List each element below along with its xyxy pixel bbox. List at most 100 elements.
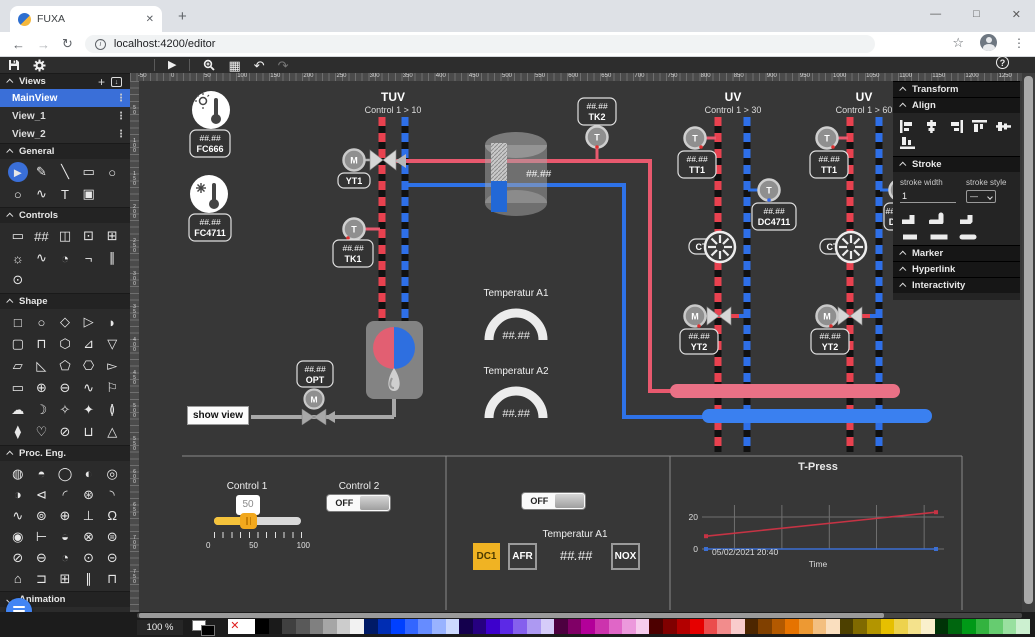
color-swatch[interactable] xyxy=(581,619,595,634)
bookmark-star-icon[interactable]: ☆ xyxy=(952,35,964,51)
semaphore-light-icon[interactable]: ☼ xyxy=(6,248,30,268)
proc-dryer-icon[interactable]: ⊝ xyxy=(100,548,124,567)
join-miter-button[interactable] xyxy=(900,212,920,224)
site-info-icon[interactable]: i xyxy=(95,39,106,50)
proc-mixer-icon[interactable]: ⊗ xyxy=(77,527,101,546)
color-swatch[interactable] xyxy=(595,619,609,634)
rectangle-icon[interactable]: ▭ xyxy=(77,162,101,182)
join-round-button[interactable] xyxy=(929,212,949,224)
toggle-knob[interactable] xyxy=(555,494,584,508)
thermometer-cold-icon[interactable] xyxy=(190,175,228,213)
color-swatch[interactable] xyxy=(473,619,487,634)
color-swatch[interactable] xyxy=(758,619,772,634)
shape-wave-icon[interactable]: ∿ xyxy=(77,378,101,398)
valve-yt1[interactable]: M YT1 xyxy=(338,150,406,189)
color-swatch[interactable] xyxy=(663,619,677,634)
proc-pump2-icon[interactable]: ◑ xyxy=(6,485,30,504)
redo-icon[interactable]: ↷ xyxy=(278,60,289,71)
color-swatch[interactable] xyxy=(554,619,568,634)
color-swatch[interactable] xyxy=(826,619,840,634)
settings-gear-icon[interactable] xyxy=(33,59,46,72)
color-swatch[interactable] xyxy=(622,619,636,634)
dashed-pipes[interactable] xyxy=(382,117,879,452)
slider-handle[interactable] xyxy=(240,513,257,529)
color-swatch[interactable] xyxy=(364,619,378,634)
cap-round-button[interactable] xyxy=(958,233,978,241)
fc666-display[interactable]: ##.## FC666 xyxy=(190,130,230,157)
ellipse-icon[interactable]: ○ xyxy=(6,184,30,204)
vertical-scrollbar[interactable] xyxy=(1022,73,1035,612)
color-swatch[interactable] xyxy=(242,619,256,634)
profile-avatar[interactable] xyxy=(980,34,997,51)
shape-heart-icon[interactable]: ♡ xyxy=(30,422,54,442)
no-color-swatch[interactable]: ✕ xyxy=(228,619,242,634)
cap-square-button[interactable] xyxy=(929,233,949,241)
marker-section-header[interactable]: Marker xyxy=(893,245,1020,261)
proc-turbine-icon[interactable]: ◉ xyxy=(6,527,30,546)
circle-icon[interactable]: ○ xyxy=(100,162,124,182)
red-header-pipe[interactable] xyxy=(670,384,900,398)
proc-exchanger-icon[interactable]: ⊜ xyxy=(100,527,124,546)
color-swatch[interactable] xyxy=(378,619,392,634)
zoom-icon[interactable] xyxy=(203,59,215,71)
proc-gauge-icon[interactable]: ◔ xyxy=(53,548,77,567)
color-swatch[interactable] xyxy=(405,619,419,634)
color-swatch[interactable] xyxy=(799,619,813,634)
color-swatch[interactable] xyxy=(568,619,582,634)
color-swatch[interactable] xyxy=(989,619,1003,634)
color-swatch[interactable] xyxy=(337,619,351,634)
shape-flag-icon[interactable]: ⚐ xyxy=(100,378,124,398)
text-icon[interactable]: T xyxy=(53,184,77,204)
color-swatch[interactable] xyxy=(840,619,854,634)
back-icon[interactable]: ← xyxy=(12,37,25,52)
shape-circle-cross-icon[interactable]: ⊕ xyxy=(30,378,54,398)
color-swatch[interactable] xyxy=(636,619,650,634)
sensor-tk2[interactable]: ##.## TK2 T xyxy=(578,98,616,159)
views-section-header[interactable]: Views + ↓ xyxy=(0,73,130,89)
proc-centrifuge-icon[interactable]: ⊙ xyxy=(77,548,101,567)
view-item-view2[interactable]: View_2 ⋮ xyxy=(0,125,130,143)
fc4711-display[interactable]: ##.## FC4711 xyxy=(189,214,231,241)
gauge-temperatur-a1[interactable]: Temperatur A1 ##.## xyxy=(483,288,548,342)
color-swatch[interactable] xyxy=(976,619,990,634)
shape-lens-icon[interactable]: ≬ xyxy=(100,400,124,420)
shape-stadium-icon[interactable]: ▭ xyxy=(6,378,30,398)
gauge-temperatur-a2[interactable]: Temperatur A2 ##.## xyxy=(483,366,548,420)
transform-section-header[interactable]: Transform xyxy=(893,81,1020,97)
shape-cloud-icon[interactable]: ☁ xyxy=(6,400,30,420)
color-swatch[interactable] xyxy=(677,619,691,634)
mixer-unit[interactable] xyxy=(366,321,423,399)
color-swatch[interactable] xyxy=(527,619,541,634)
window-maximize-icon[interactable]: □ xyxy=(973,8,980,21)
color-swatch[interactable] xyxy=(269,619,283,634)
run-play-icon[interactable]: ▶ xyxy=(168,60,176,71)
sensor-tk1[interactable]: T ##.## TK1 xyxy=(333,219,380,268)
shape-rounded-rect-icon[interactable]: ▢ xyxy=(6,334,30,354)
stroke-section-header[interactable]: Stroke xyxy=(893,156,1020,172)
shape-cone-icon[interactable]: △ xyxy=(100,422,124,442)
scrollbar-thumb[interactable] xyxy=(139,613,884,618)
color-swatch[interactable] xyxy=(391,619,405,634)
control2-toggle[interactable]: OFF xyxy=(327,495,390,511)
color-swatch[interactable] xyxy=(881,619,895,634)
t-press-chart[interactable]: T-Press :24.000:24.200:24.400:24.599:24.… xyxy=(672,452,964,610)
blue-header-pipe[interactable] xyxy=(702,409,932,423)
view-item-view1[interactable]: View_1 ⋮ xyxy=(0,107,130,125)
align-center-h-icon[interactable] xyxy=(924,120,939,133)
sensor-dc4711[interactable]: T ##.## DC4711 xyxy=(748,180,796,231)
line-icon[interactable]: ╲ xyxy=(53,162,77,182)
proc-tank-dome-icon[interactable]: ◓ xyxy=(30,464,54,483)
sensor-tt1-uv1[interactable]: T ##.## TT1 xyxy=(678,128,716,179)
color-swatch[interactable] xyxy=(867,619,881,634)
proc-separator-icon[interactable]: ◝ xyxy=(100,485,124,504)
forward-icon[interactable]: → xyxy=(37,37,50,52)
color-swatch[interactable] xyxy=(894,619,908,634)
shape-octagon-icon[interactable]: ⎔ xyxy=(77,356,101,376)
proc-filter-icon[interactable]: ⊖ xyxy=(30,548,54,567)
shape-triangle-down-icon[interactable]: ▽ xyxy=(100,334,124,354)
window-close-icon[interactable]: ✕ xyxy=(1012,8,1021,21)
shape-parallelogram-icon[interactable]: ▱ xyxy=(6,356,30,376)
horizontal-scrollbar[interactable] xyxy=(137,613,1022,618)
html-select-icon[interactable]: ⊡ xyxy=(77,226,101,246)
slider-icon[interactable]: ∥ xyxy=(100,248,124,268)
